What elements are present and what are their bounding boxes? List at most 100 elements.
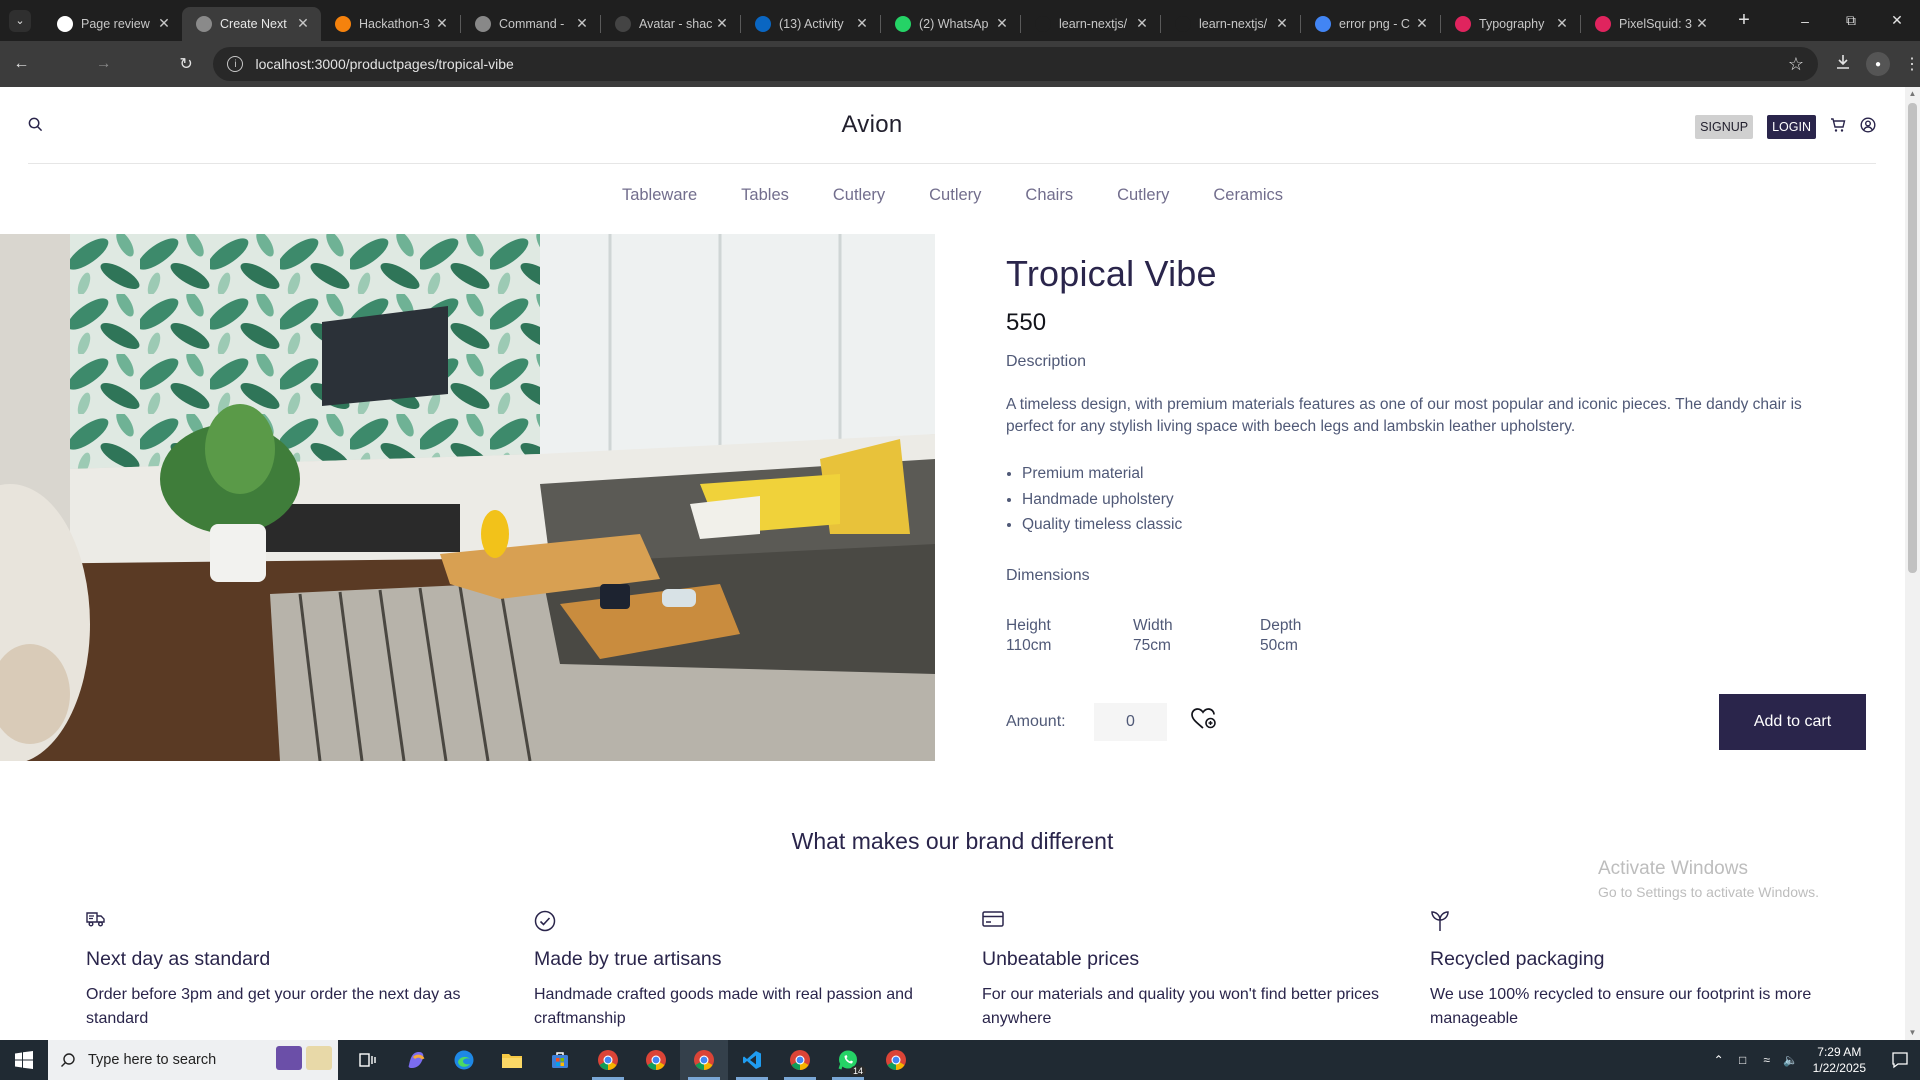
dimension-value: 75cm: [1133, 636, 1171, 654]
login-button[interactable]: LOGIN: [1767, 115, 1816, 139]
windows-start-icon[interactable]: [0, 1040, 48, 1080]
header-actions: SIGNUP LOGIN: [1695, 115, 1876, 139]
nav-link-tableware[interactable]: Tableware: [622, 186, 697, 205]
tab-close-icon[interactable]: ✕: [714, 15, 730, 32]
browser-tab[interactable]: (13) Activity ✕: [741, 7, 880, 41]
taskbar-search-placeholder: Type here to search: [88, 1052, 217, 1068]
site-logo[interactable]: Avion: [28, 111, 1716, 139]
browser-tab[interactable]: Typography ✕: [1441, 7, 1580, 41]
new-tab-button[interactable]: +: [1732, 9, 1756, 32]
profile-avatar[interactable]: ●: [1866, 52, 1890, 76]
tab-close-icon[interactable]: ✕: [434, 15, 450, 32]
tab-close-icon[interactable]: ✕: [574, 15, 590, 32]
browser-tab[interactable]: learn-nextjs/ ✕: [1021, 7, 1160, 41]
network-icon[interactable]: ≈: [1755, 1053, 1779, 1067]
page-scrollbar[interactable]: ▲ ▼: [1905, 87, 1920, 1040]
cart-icon[interactable]: [1830, 117, 1846, 138]
tab-close-icon[interactable]: ✕: [1554, 15, 1570, 32]
microsoft-store-icon[interactable]: [536, 1040, 584, 1080]
browser-tab[interactable]: Hackathon-3 ✕: [321, 7, 460, 41]
windows-taskbar: Type here to search 14 ⌃ □ ≈ 🔈 7:29 AM 1…: [0, 1040, 1920, 1080]
quantity-input[interactable]: 0: [1094, 702, 1167, 741]
tab-close-icon[interactable]: ✕: [1274, 15, 1290, 32]
nav-link-cutlery[interactable]: Cutlery: [929, 186, 981, 205]
nav-link-cutlery[interactable]: Cutlery: [1117, 186, 1169, 205]
tab-close-icon[interactable]: ✕: [854, 15, 870, 32]
tab-title: PixelSquid: 3: [1619, 16, 1692, 31]
nav-link-tables[interactable]: Tables: [741, 186, 789, 205]
dimensions-heading: Dimensions: [1006, 566, 1090, 584]
address-bar[interactable]: i localhost:3000/productpages/tropical-v…: [213, 47, 1818, 81]
brand-feature-title: Recycled packaging: [1430, 948, 1605, 970]
wishlist-heart-icon[interactable]: [1191, 708, 1217, 735]
close-window-icon[interactable]: ✕: [1874, 0, 1920, 41]
clock[interactable]: 7:29 AM 1/22/2025: [1813, 1044, 1866, 1076]
meet-now-icon[interactable]: □: [1731, 1053, 1755, 1067]
chrome-profile-5-icon[interactable]: [872, 1040, 920, 1080]
file-explorer-icon[interactable]: [488, 1040, 536, 1080]
signup-button[interactable]: SIGNUP: [1695, 115, 1754, 139]
scroll-down-icon[interactable]: ▼: [1905, 1026, 1920, 1040]
dimension-width: Width 75cm: [1133, 616, 1260, 656]
scroll-up-icon[interactable]: ▲: [1905, 87, 1920, 101]
tab-favicon-icon: [335, 15, 351, 32]
forward-arrow-icon[interactable]: →: [43, 48, 165, 80]
reload-icon[interactable]: ↻: [171, 48, 202, 80]
restore-icon[interactable]: ⧉: [1828, 0, 1874, 41]
brand-section-heading: What makes our brand different: [791, 828, 1114, 854]
tab-favicon-icon: [196, 15, 212, 32]
brand-feature-title: Next day as standard: [86, 948, 271, 970]
nav-link-cutlery[interactable]: Cutlery: [833, 186, 885, 205]
browser-tab[interactable]: Create Next ✕: [182, 6, 321, 41]
nav-link-ceramics[interactable]: Ceramics: [1213, 186, 1283, 205]
edge-browser-icon[interactable]: [440, 1040, 488, 1080]
delivery-truck-icon: [86, 910, 534, 934]
chrome-profile-3-icon[interactable]: [680, 1040, 728, 1080]
browser-tab[interactable]: learn-nextjs/ ✕: [1161, 7, 1300, 41]
tab-close-icon[interactable]: ✕: [994, 15, 1010, 32]
tab-close-icon[interactable]: ✕: [1694, 15, 1710, 32]
tab-search-chevron-icon[interactable]: ⌄: [9, 9, 31, 32]
user-account-icon[interactable]: [1860, 116, 1876, 138]
brand-feature-text: For our materials and quality you won't …: [982, 986, 1380, 1027]
tab-close-icon[interactable]: ✕: [295, 15, 311, 32]
download-icon[interactable]: [1834, 53, 1852, 76]
browser-tab[interactable]: Page review ✕: [43, 7, 182, 41]
browser-tab[interactable]: error png - C ✕: [1301, 7, 1440, 41]
product-title: Tropical Vibe: [1006, 253, 1217, 294]
tab-close-icon[interactable]: ✕: [1134, 15, 1150, 32]
brand-feature-title: Unbeatable prices: [982, 948, 1140, 970]
tab-favicon-icon: [475, 15, 491, 32]
minimize-icon[interactable]: –: [1782, 0, 1828, 41]
whatsapp-icon[interactable]: 14: [824, 1040, 872, 1080]
task-view-icon[interactable]: [344, 1040, 392, 1080]
taskbar-apps: 14: [344, 1040, 920, 1080]
nav-link-chairs[interactable]: Chairs: [1025, 186, 1073, 205]
browser-tab[interactable]: (2) WhatsAp ✕: [881, 7, 1020, 41]
url-text[interactable]: localhost:3000/productpages/tropical-vib…: [255, 56, 1787, 72]
tab-close-icon[interactable]: ✕: [156, 15, 172, 32]
scroll-thumb[interactable]: [1908, 103, 1917, 573]
taskbar-search-box[interactable]: Type here to search: [48, 1040, 338, 1080]
tray-overflow-chevron-icon[interactable]: ⌃: [1707, 1053, 1731, 1067]
bookmark-star-icon[interactable]: ☆: [1788, 54, 1804, 75]
tab-close-icon[interactable]: ✕: [1414, 15, 1430, 32]
chrome-profile-2-icon[interactable]: [632, 1040, 680, 1080]
back-arrow-icon[interactable]: ←: [6, 48, 37, 80]
browser-menu-icon[interactable]: ⋮: [1904, 54, 1920, 74]
notification-center-icon[interactable]: [1880, 1051, 1920, 1069]
site-info-icon[interactable]: i: [227, 56, 244, 72]
browser-tab[interactable]: Command - ✕: [461, 7, 600, 41]
chrome-icon[interactable]: [584, 1040, 632, 1080]
browser-tab[interactable]: Avatar - shac ✕: [601, 7, 740, 41]
copilot-icon[interactable]: [392, 1040, 440, 1080]
brand-feature-text: Order before 3pm and get your order the …: [86, 986, 461, 1027]
tab-title: (13) Activity: [779, 16, 844, 31]
vscode-icon[interactable]: [728, 1040, 776, 1080]
chrome-profile-4-icon[interactable]: [776, 1040, 824, 1080]
browser-tab[interactable]: PixelSquid: 3 ✕: [1581, 7, 1720, 41]
tab-title: Hackathon-3: [359, 16, 430, 31]
volume-icon[interactable]: 🔈: [1779, 1053, 1803, 1067]
window-controls: – ⧉ ✕: [1782, 0, 1920, 41]
add-to-cart-button[interactable]: Add to cart: [1719, 694, 1866, 750]
